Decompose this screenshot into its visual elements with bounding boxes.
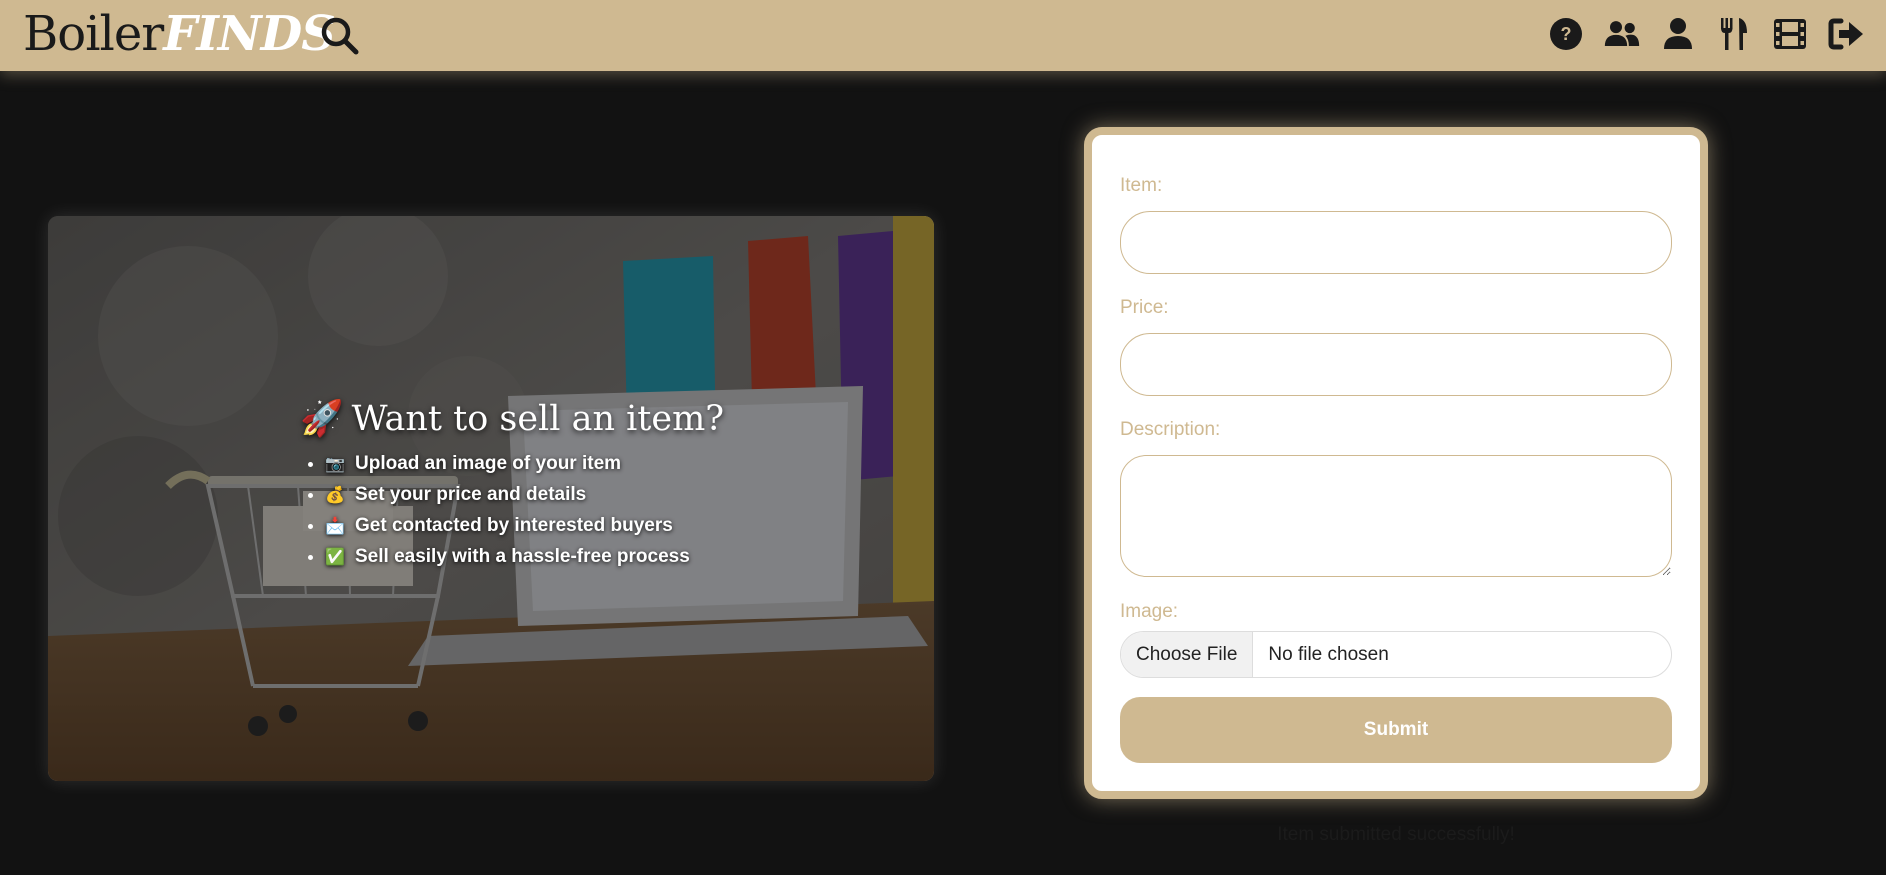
envelope-icon: 📩 <box>325 518 345 535</box>
choose-file-button[interactable]: Choose File <box>1121 632 1254 677</box>
file-status: No file chosen <box>1268 643 1389 665</box>
logo[interactable]: BoilerFINDS <box>23 6 336 62</box>
image-label: Image: <box>1120 601 1179 622</box>
hero-banner: 🚀 Want to sell an item? 📷 Upload an image… <box>48 216 934 781</box>
list-item-text: Upload an image of your item <box>355 453 622 474</box>
users-icon[interactable] <box>1604 15 1640 53</box>
rocket-icon: 🚀 <box>300 399 344 439</box>
list-item: ✅ Sell easily with a hassle-free process <box>325 542 724 573</box>
status-message: Item submitted successfully! <box>1277 824 1515 845</box>
hero-content: 🚀 Want to sell an item? 📷 Upload an image… <box>300 398 724 573</box>
svg-text:?: ? <box>1561 24 1572 44</box>
help-icon[interactable]: ? <box>1548 15 1584 53</box>
price-input[interactable] <box>1120 333 1672 396</box>
item-label: Item: <box>1120 175 1163 196</box>
list-item: 💰 Set your price and details <box>325 480 724 511</box>
money-bag-icon: 💰 <box>325 487 345 504</box>
description-textarea[interactable] <box>1120 455 1672 577</box>
list-item-text: Set your price and details <box>355 484 587 505</box>
logo-plain: Boiler <box>23 6 164 62</box>
item-input[interactable] <box>1120 211 1672 274</box>
logo-bold: FINDS <box>163 6 336 62</box>
image-file-input[interactable]: Choose File No file chosen <box>1120 631 1672 678</box>
logout-icon[interactable] <box>1828 15 1864 53</box>
price-label: Price: <box>1120 297 1169 318</box>
list-item: 📷 Upload an image of your item <box>325 449 724 480</box>
profile-icon[interactable] <box>1660 15 1696 53</box>
submit-button[interactable]: Submit <box>1120 697 1672 763</box>
camera-icon: 📷 <box>325 456 345 473</box>
search-icon[interactable] <box>318 14 362 58</box>
dining-icon[interactable] <box>1716 15 1752 53</box>
top-nav-bar: BoilerFINDS ? <box>0 0 1886 71</box>
film-icon[interactable] <box>1772 15 1808 53</box>
list-item-text: Get contacted by interested buyers <box>355 515 673 536</box>
hero-title: 🚀 Want to sell an item? <box>300 398 725 440</box>
list-item: 📩 Get contacted by interested buyers <box>325 511 724 542</box>
list-item-text: Sell easily with a hassle-free process <box>355 546 690 567</box>
hero-title-text: Want to sell an item? <box>351 398 725 439</box>
hero-feature-list: 📷 Upload an image of your item 💰 Set your … <box>300 449 724 573</box>
sell-item-form: Item: Price: Description: Image: Choose … <box>1084 127 1708 799</box>
check-icon: ✅ <box>325 549 345 566</box>
description-label: Description: <box>1120 419 1221 440</box>
nav-icon-group: ? <box>1548 15 1864 53</box>
